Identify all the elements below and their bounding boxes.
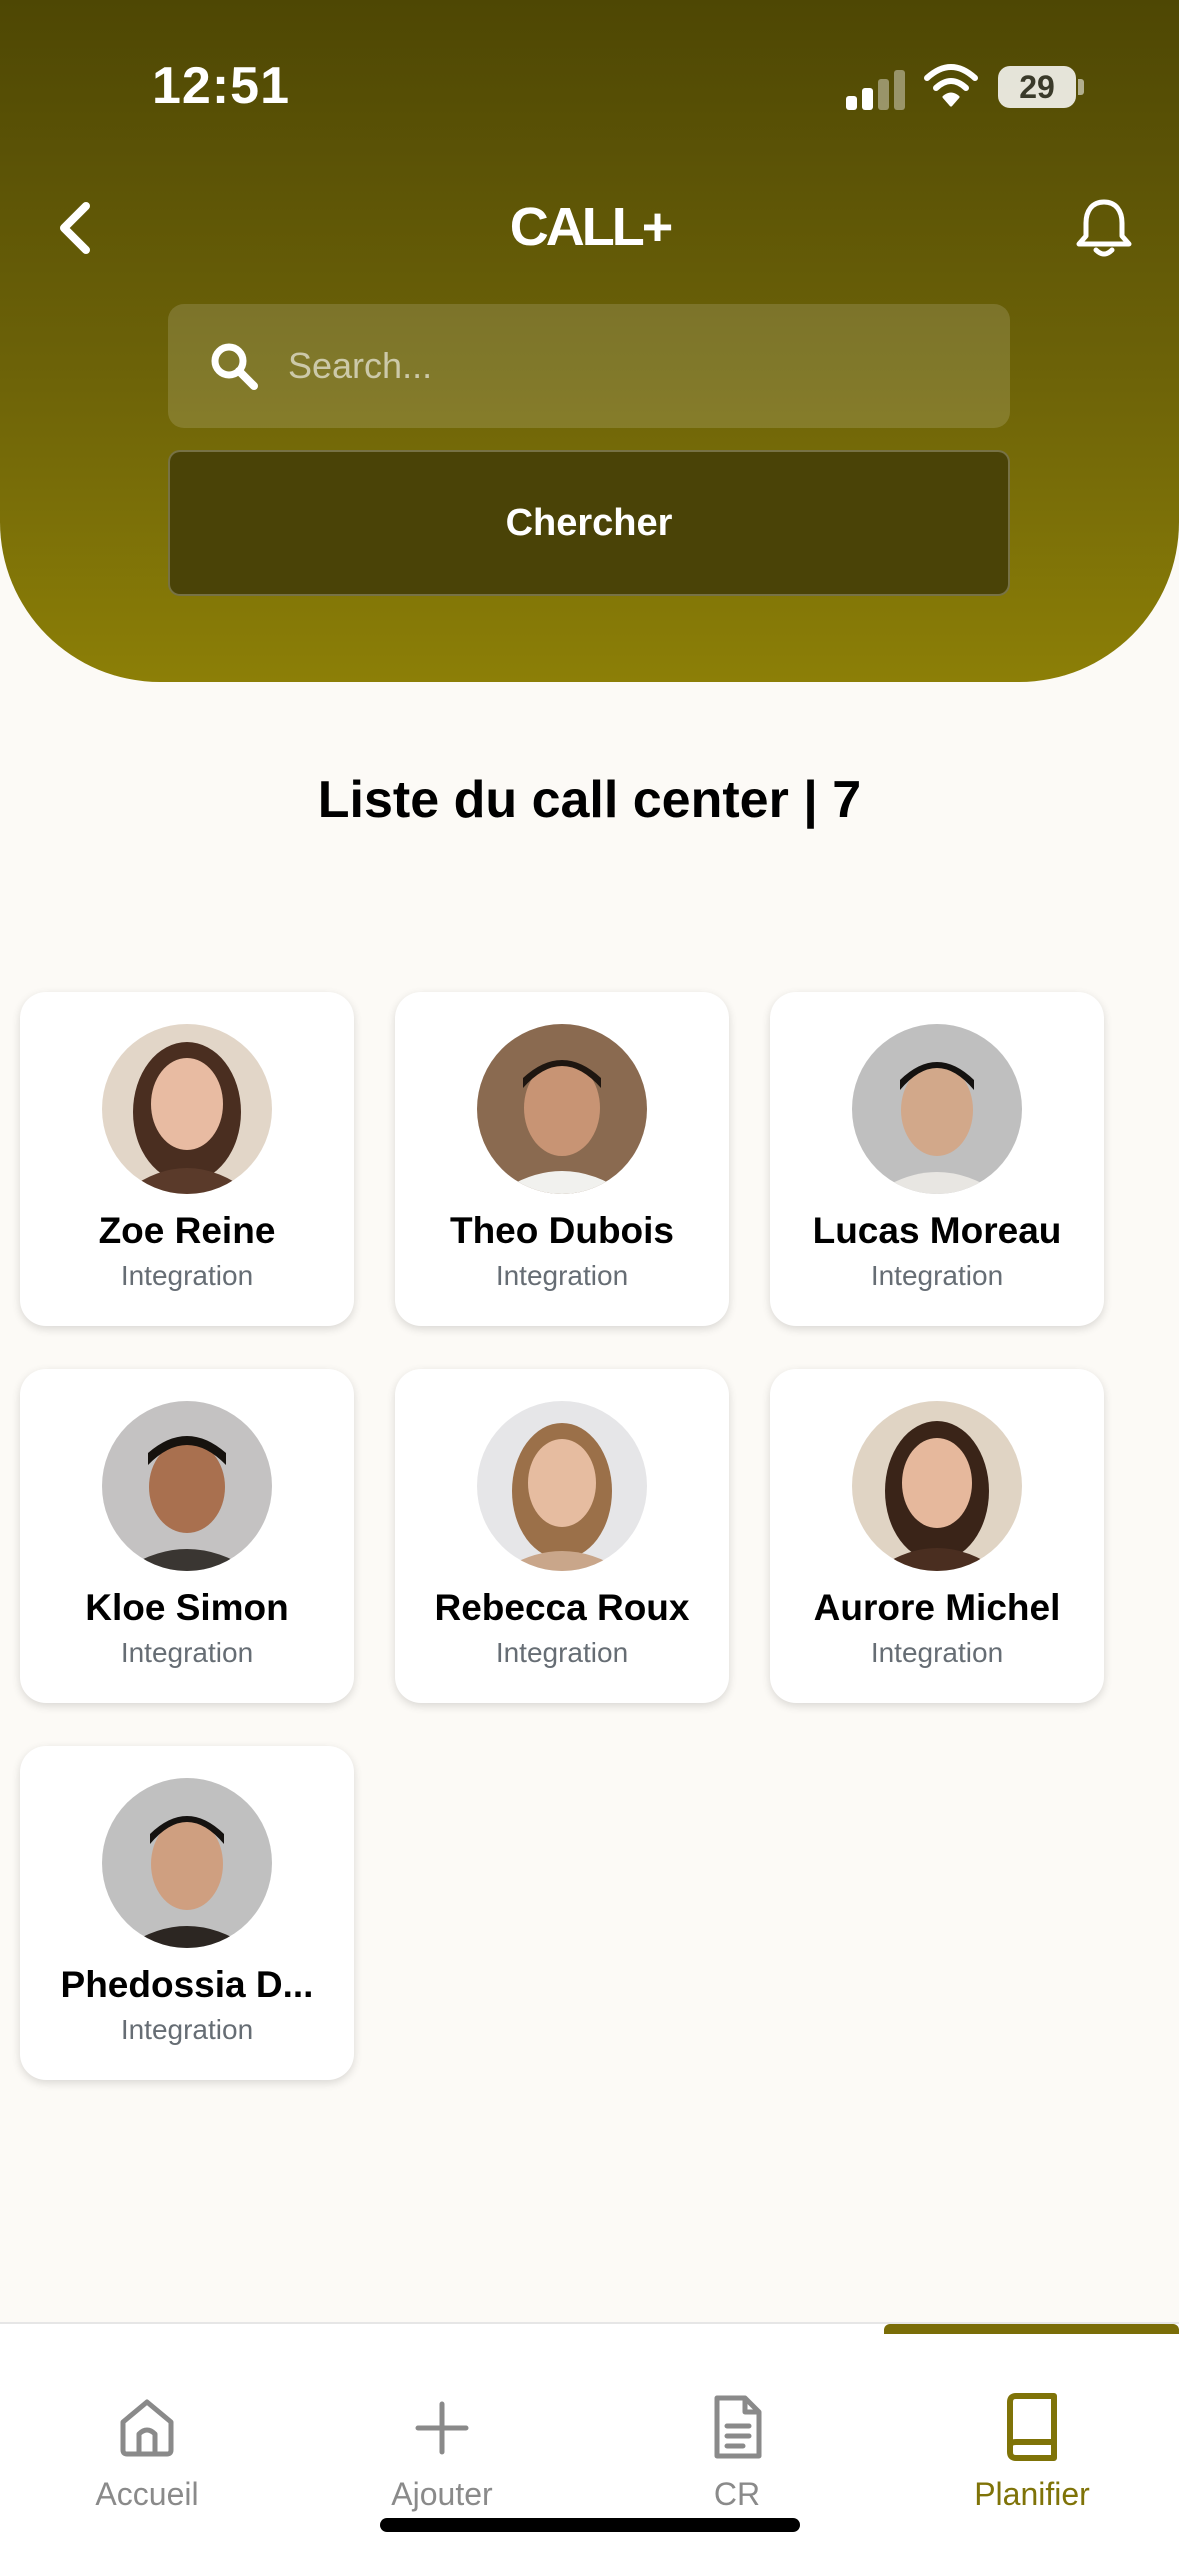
active-tab-indicator [884,2324,1179,2334]
agent-role: Integration [495,1260,629,1291]
agent-name: Rebecca Roux [434,1587,690,1628]
agent-card[interactable]: Phedossia D... Integration [20,1746,354,2080]
plus-icon [415,2401,469,2455]
agent-role: Integration [120,2014,254,2045]
app-title: CALL+ [509,197,674,257]
avatar [477,1401,647,1571]
nav-item-planifier[interactable]: Planifier [912,2392,1152,2542]
nav-item-accueil[interactable]: Accueil [27,2392,267,2542]
status-time: 12:51 [152,57,290,115]
notification-bell-icon[interactable] [1074,196,1134,260]
agent-name: Lucas Moreau [812,1210,1062,1251]
agent-name: Aurore Michel [813,1587,1061,1628]
home-icon [120,2399,174,2457]
agent-role: Integration [120,1637,254,1668]
agent-role: Integration [495,1637,629,1668]
nav-label: Accueil [95,2476,199,2512]
avatar [477,1024,647,1194]
battery-tip [1078,79,1084,95]
search-icon [211,343,258,390]
agent-card[interactable]: Zoe Reine Integration [20,992,354,1326]
avatar [852,1024,1022,1194]
avatar [102,1401,272,1571]
section-title: Liste du call center | 7 [317,771,862,829]
book-icon [1007,2393,1057,2461]
avatar [852,1401,1022,1571]
agent-role: Integration [120,1260,254,1291]
nav-label: CR [713,2476,761,2512]
agent-name: Theo Dubois [449,1210,675,1251]
agent-name: Kloe Simon [85,1587,289,1628]
agent-role: Integration [870,1260,1004,1291]
agent-card[interactable]: Rebecca Roux Integration [395,1369,729,1703]
avatar [102,1024,272,1194]
avatar [102,1778,272,1948]
agent-card[interactable]: Kloe Simon Integration [20,1369,354,1703]
home-indicator [380,2518,800,2532]
agent-card[interactable]: Theo Dubois Integration [395,992,729,1326]
search-box[interactable] [168,304,1010,428]
agent-name: Phedossia D... [60,1964,314,2005]
search-button[interactable]: Chercher [168,450,1010,596]
nav-label: Ajouter [391,2476,493,2512]
back-arrow-icon[interactable] [52,198,98,258]
agent-card[interactable]: Lucas Moreau Integration [770,992,1104,1326]
battery-indicator: 29 [998,66,1076,108]
agent-name: Zoe Reine [98,1210,276,1251]
nav-label: Planifier [974,2476,1090,2512]
wifi-icon [924,64,978,107]
agent-role: Integration [870,1637,1004,1668]
document-icon [714,2395,762,2459]
search-input[interactable] [288,332,968,400]
agent-card[interactable]: Aurore Michel Integration [770,1369,1104,1703]
cellular-signal-icon [846,66,906,110]
